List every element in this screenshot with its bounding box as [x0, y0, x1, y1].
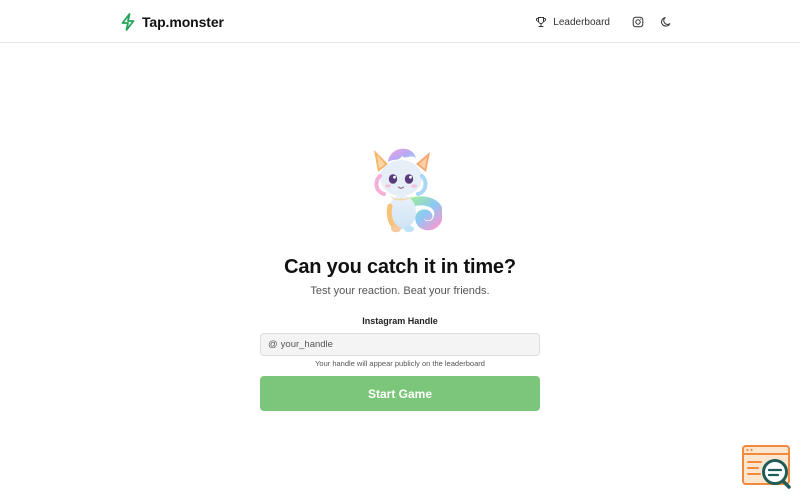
at-prefix: @ — [268, 339, 278, 350]
chat-search-widget-icon[interactable] — [741, 444, 793, 490]
handle-help-text: Your handle will appear publicly on the … — [315, 359, 485, 368]
trophy-icon — [536, 17, 547, 27]
instagram-handle-field: @ — [260, 333, 540, 356]
instagram-handle-input[interactable] — [280, 334, 539, 355]
page-title: Can you catch it in time? — [284, 256, 516, 278]
lightning-bolt-icon — [121, 13, 135, 31]
header-nav: Leaderboard — [535, 12, 676, 32]
theme-toggle-button[interactable] — [656, 12, 676, 32]
rainbow-cat-monster-mascot-icon — [374, 148, 442, 233]
leaderboard-link[interactable]: Leaderboard — [535, 12, 610, 32]
instagram-handle-label: Instagram Handle — [362, 316, 438, 326]
moon-icon — [661, 17, 671, 27]
instagram-icon — [632, 16, 644, 28]
brand-name: Tap.monster — [142, 14, 224, 30]
top-header: Tap.monster Leaderboard — [0, 0, 800, 43]
leaderboard-label: Leaderboard — [553, 16, 610, 28]
start-game-button[interactable]: Start Game — [260, 376, 540, 411]
instagram-button[interactable] — [628, 12, 648, 32]
brand-logo[interactable]: Tap.monster — [120, 12, 224, 32]
page-subtitle: Test your reaction. Beat your friends. — [310, 285, 490, 297]
